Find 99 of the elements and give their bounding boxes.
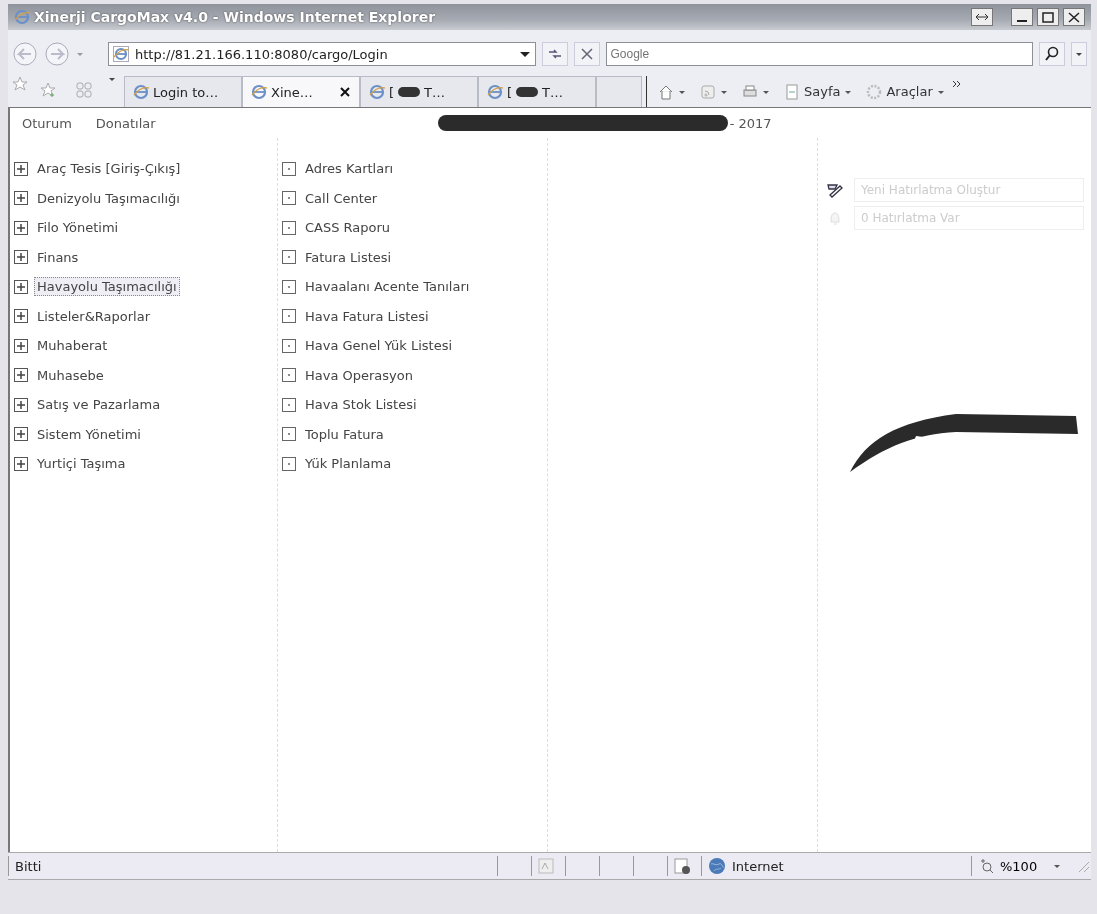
leaf-icon: [282, 456, 296, 471]
expand-icon[interactable]: [14, 191, 28, 206]
leaf-icon: [282, 191, 296, 206]
gear-icon: [866, 83, 883, 100]
status-text: Bitti: [8, 856, 497, 876]
resize-button[interactable]: [971, 8, 993, 26]
resize-icon: [974, 11, 990, 23]
zoom-button[interactable]: %100: [971, 856, 1067, 876]
leaf-icon: [282, 279, 296, 294]
menu-item[interactable]: Oturum: [10, 115, 84, 131]
more-icon[interactable]: [951, 80, 962, 88]
menu-item[interactable]: Donatılar: [83, 115, 168, 131]
leaf-icon: [282, 427, 296, 442]
window-title: Xinerji CargoMax v4.0 - Windows Internet Explorer: [34, 9, 437, 25]
browser-tab[interactable]: [ T…: [360, 76, 478, 107]
expand-icon[interactable]: [14, 427, 28, 442]
expand-icon[interactable]: [14, 161, 28, 176]
expand-icon[interactable]: [14, 338, 28, 353]
redaction-mark: [516, 87, 539, 97]
caret-icon: [720, 88, 728, 95]
tree-item[interactable]: Denizyolu Taşımacılığı: [34, 188, 183, 208]
minimize-icon: [1017, 20, 1027, 22]
browser-tab[interactable]: [ T…: [478, 76, 596, 107]
close-icon[interactable]: [339, 86, 351, 98]
globe-icon: [708, 857, 726, 875]
page-title: - 2017: [729, 115, 772, 131]
leaf-icon: [282, 309, 296, 324]
stop-button[interactable]: [573, 42, 600, 66]
caret-icon: [844, 88, 853, 95]
menu-link[interactable]: Hava Fatura Listesi: [302, 306, 432, 326]
menu-link[interactable]: Adres Kartları: [302, 159, 397, 179]
home-icon: [658, 83, 674, 100]
menu-link[interactable]: Fatura Listesi: [302, 247, 395, 267]
page-icon: [369, 84, 385, 100]
refresh-button[interactable]: [541, 42, 568, 66]
page-icon: [784, 83, 800, 100]
search-icon: [1044, 46, 1060, 62]
expand-icon[interactable]: [14, 456, 28, 471]
page-icon: [487, 84, 503, 100]
close-button[interactable]: [1063, 8, 1085, 26]
leaf-icon: [282, 397, 296, 412]
tree-item[interactable]: Araç Tesis [Giriş-Çıkış]: [34, 159, 184, 179]
feed-icon: [700, 83, 716, 100]
stop-icon: [578, 46, 595, 62]
leaf-icon: [282, 220, 296, 235]
tools-button[interactable]: Araçlar: [859, 76, 952, 107]
expand-icon[interactable]: [14, 279, 28, 294]
page-icon: [113, 46, 129, 62]
favorites-star-icon[interactable]: [12, 76, 28, 92]
expand-icon[interactable]: [14, 397, 28, 412]
caret-icon: [1075, 51, 1083, 57]
caret-icon: [762, 88, 770, 95]
menu-link[interactable]: Hava Operasyon: [302, 365, 416, 385]
printer-icon: [742, 83, 758, 100]
tree-item[interactable]: Finans: [34, 247, 82, 267]
tree-item[interactable]: Yurtiçi Taşıma: [34, 454, 129, 474]
expand-icon[interactable]: [14, 220, 28, 235]
tree-item[interactable]: Muhaberat: [34, 336, 111, 356]
caret-icon: [678, 88, 686, 95]
leaf-icon: [282, 338, 296, 353]
zone-label: Internet: [732, 858, 784, 874]
minimize-button[interactable]: [1011, 8, 1033, 26]
close-icon: [1066, 11, 1082, 23]
menu-link[interactable]: Call Center: [302, 188, 381, 208]
tree-item[interactable]: Satış ve Pazarlama: [34, 395, 164, 415]
maximize-icon: [1040, 11, 1056, 23]
browser-tab[interactable]: Xine…: [242, 76, 360, 107]
search-field[interactable]: Google: [605, 42, 1033, 66]
leaf-icon: [282, 368, 296, 383]
caret-icon: [1053, 863, 1061, 869]
dropdown-arrow-icon[interactable]: [518, 50, 531, 58]
tree-item[interactable]: Muhasebe: [34, 365, 107, 385]
zoom-icon: [978, 858, 994, 874]
pen-note-icon: [826, 181, 844, 199]
tree-item[interactable]: Havayolu Taşımacılığı: [34, 277, 180, 297]
expand-icon[interactable]: [14, 250, 28, 265]
tree-item[interactable]: Listeler&Raporlar: [34, 306, 153, 326]
address-field[interactable]: http://81.21.166.110:8080/cargo/Login: [108, 42, 536, 66]
menu-link[interactable]: Hava Stok Listesi: [302, 395, 420, 415]
tree-item[interactable]: Filo Yönetimi: [34, 218, 122, 238]
caret-icon: [936, 88, 945, 95]
search-button[interactable]: [1039, 42, 1065, 66]
browser-logo-icon: [14, 9, 30, 25]
leaf-icon: [282, 161, 296, 176]
menu-link[interactable]: Toplu Fatura: [302, 424, 387, 444]
browser-tab[interactable]: Login to…: [124, 76, 242, 107]
tree-item[interactable]: Sistem Yönetimi: [34, 424, 144, 444]
maximize-button[interactable]: [1037, 8, 1059, 26]
page-icon: [133, 84, 149, 100]
menu-link[interactable]: Havaalanı Acente Tanıları: [302, 277, 473, 297]
redaction-mark: [398, 87, 421, 97]
expand-icon[interactable]: [14, 368, 28, 383]
leaf-icon: [282, 250, 296, 265]
menu-link[interactable]: CASS Raporu: [302, 218, 394, 238]
menu-link[interactable]: Hava Genel Yük Listesi: [302, 336, 456, 356]
menu-link[interactable]: Yük Planlama: [302, 454, 395, 474]
expand-icon[interactable]: [14, 309, 28, 324]
page-button[interactable]: Sayfa: [777, 76, 860, 107]
page-icon: [251, 84, 267, 100]
